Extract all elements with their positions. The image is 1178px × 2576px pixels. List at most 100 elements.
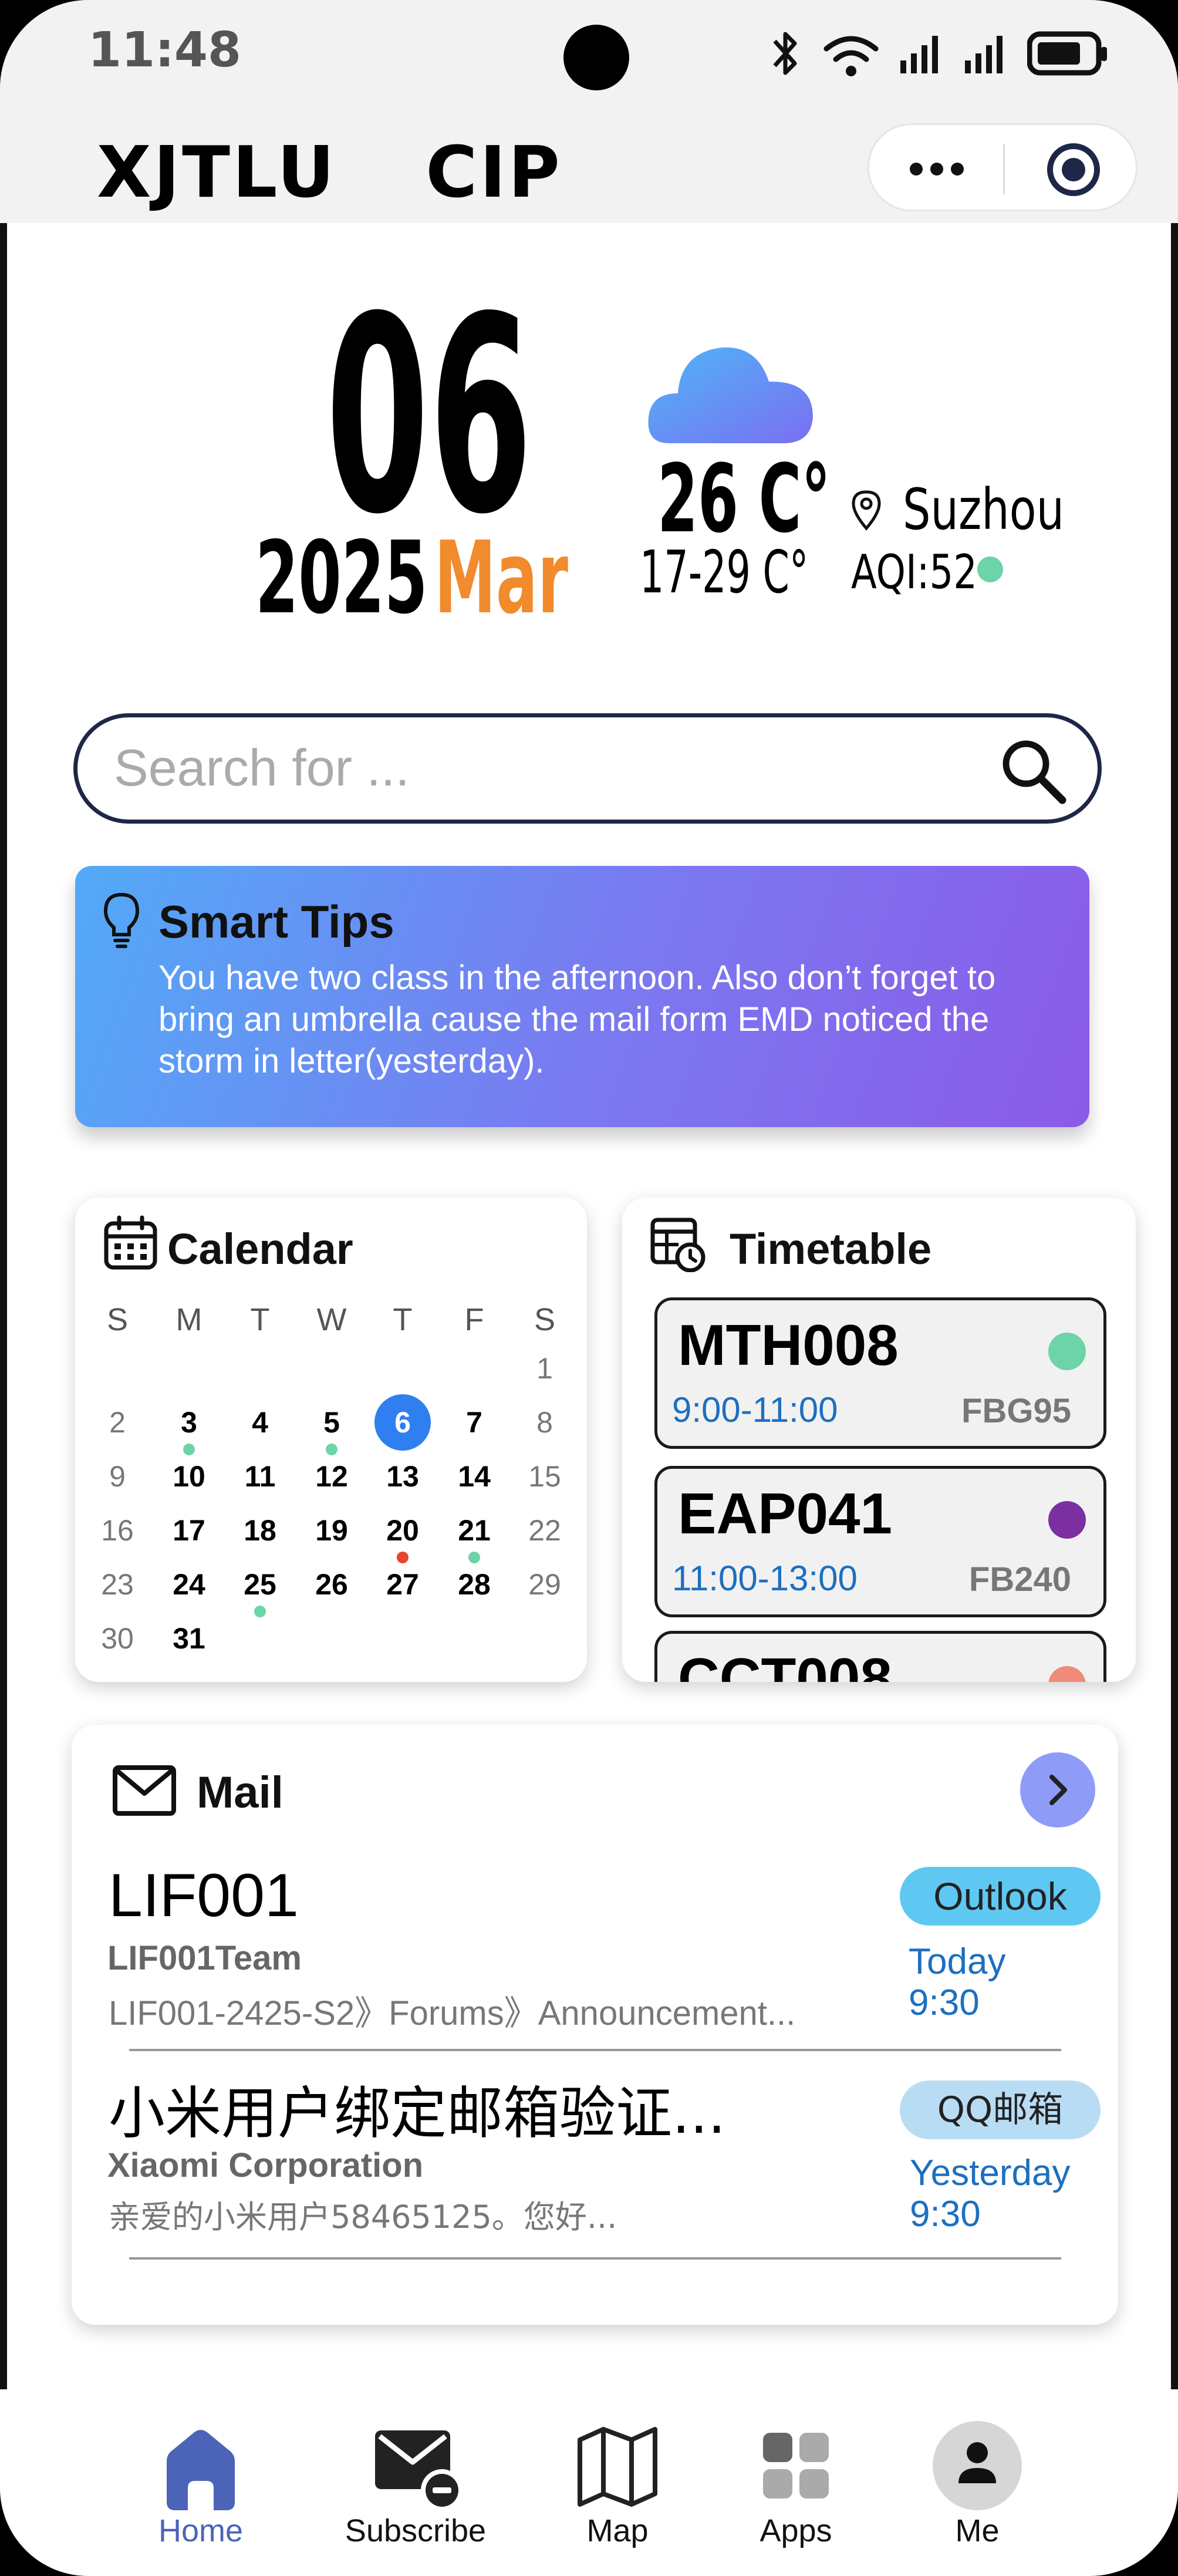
chevron-right-icon [1049,1775,1067,1805]
weather-aqi: AQI:52 [851,545,977,599]
mini-program-capsule [868,123,1138,211]
course-code: EAP041 [678,1481,893,1546]
search-bar [73,713,1102,824]
calendar-day[interactable]: 12 [302,1453,361,1500]
calendar-day[interactable]: 26 [302,1561,361,1608]
timetable-icon [650,1218,706,1272]
mail-sender: Xiaomi Corporation [107,2146,424,2184]
app-title: XJTLU CIP [97,132,562,214]
calendar-day[interactable]: 28 [445,1561,504,1608]
mail-title: Mail [197,1768,283,1818]
course-color-dot [1048,1666,1086,1682]
lightbulb-icon [103,892,140,948]
mail-subscribe-icon [375,2430,463,2511]
calendar-day[interactable]: 16 [88,1507,147,1554]
date-year: 2025 [255,520,428,636]
nav-label: Home [158,2513,244,2548]
mail-date: Today [909,1941,1006,1982]
search-icon[interactable] [998,736,1068,806]
weekday-header: T [393,1302,413,1337]
course-color-dot [1048,1333,1086,1370]
calendar-day[interactable]: 10 [160,1453,218,1500]
weather-temperature: 26 C° [657,444,831,554]
date-day: 06 [326,259,533,574]
calendar-day[interactable]: 17 [160,1507,218,1554]
calendar-day[interactable]: 22 [515,1507,574,1554]
apps-grid-icon [763,2433,829,2499]
calendar-day[interactable]: 14 [445,1453,504,1500]
smart-tips-text: You have two class in the afternoon. Als… [158,959,996,1080]
battery-icon [1027,31,1107,76]
mail-sender: LIF001Team [107,1939,302,1977]
calendar-day[interactable]: 9 [88,1453,147,1500]
weekday-header: M [175,1302,202,1337]
mail-time: 9:30 [909,1982,980,2023]
nav-label: Map [586,2513,649,2548]
record-target-icon[interactable] [1045,141,1102,198]
calendar-day[interactable]: 18 [231,1507,289,1554]
phone-screen: 11:48 XJTLU CIP 06 2025 Mar 26 C° 17-29 … [0,0,1178,2576]
date-month: Mar [434,520,568,636]
signal-icon [965,36,1003,73]
weekday-header: T [250,1302,270,1337]
calendar-day[interactable]: 8 [515,1399,574,1446]
bluetooth-icon [773,32,797,75]
course-item[interactable]: EAP041 11:00-13:00 FB240 [654,1466,1106,1617]
more-dots-icon[interactable] [904,154,969,184]
calendar-day[interactable]: 1 [515,1345,574,1392]
course-item[interactable]: MTH008 9:00-11:00 FBG95 [654,1297,1106,1449]
event-dot [254,1606,266,1617]
calendar-day[interactable]: 13 [373,1453,432,1500]
calendar-day[interactable]: 19 [302,1507,361,1554]
calendar-day[interactable]: 24 [160,1561,218,1608]
calendar-day[interactable]: 6 [373,1399,432,1446]
mail-more-button[interactable] [1020,1752,1095,1828]
map-icon [578,2427,657,2507]
home-icon [167,2430,235,2510]
nav-label: Apps [760,2513,832,2548]
wifi-icon [823,36,879,76]
calendar-day[interactable]: 4 [231,1399,289,1446]
mail-source-badge: Outlook [900,1867,1101,1926]
mail-subject: 小米用户绑定邮箱验证... [109,2081,726,2146]
calendar-day[interactable]: 23 [88,1561,147,1608]
nav-label: Me [955,2513,1000,2548]
front-camera [563,25,629,90]
aqi-status-dot [977,557,1003,582]
signal-icon [900,36,938,73]
course-code: CCT008 [678,1646,892,1682]
calendar-day[interactable]: 5 [302,1399,361,1446]
calendar-day[interactable]: 25 [231,1561,289,1608]
weekday-header: W [316,1302,347,1337]
course-item[interactable]: CCT008 [654,1631,1106,1682]
timetable-title: Timetable [730,1225,932,1273]
calendar-title: Calendar [167,1225,353,1273]
calendar-day[interactable]: 31 [160,1615,218,1662]
weekday-header: S [534,1302,556,1337]
course-time: 11:00-13:00 [672,1559,858,1598]
mail-subject: LIF001 [109,1862,299,1930]
course-color-dot [1048,1501,1086,1539]
calendar-day[interactable]: 2 [88,1399,147,1446]
calendar-day[interactable]: 3 [160,1399,218,1446]
calendar-day[interactable]: 30 [88,1615,147,1662]
calendar-day[interactable]: 21 [445,1507,504,1554]
search-input[interactable] [113,735,966,801]
smart-tips-title: Smart Tips [158,896,394,948]
cloud-icon [648,347,813,443]
mail-source-badge: QQ邮箱 [900,2081,1101,2139]
nav-label: Subscribe [345,2513,487,2548]
calendar-day[interactable]: 15 [515,1453,574,1500]
calendar-day[interactable]: 29 [515,1561,574,1608]
divider [129,2049,1061,2051]
mail-icon [113,1765,176,1816]
location-pin-icon [852,490,881,531]
calendar-day[interactable]: 7 [445,1399,504,1446]
calendar-day[interactable]: 27 [373,1561,432,1608]
divider [129,2257,1061,2260]
mail-preview: 亲爱的小米用户58465125。您好... [109,2199,617,2236]
calendar-day[interactable]: 11 [231,1453,289,1500]
mail-preview: LIF001-2425-S2》Forums》Announcement... [109,1994,796,2032]
user-avatar-icon [933,2421,1022,2510]
calendar-day[interactable]: 20 [373,1507,432,1554]
